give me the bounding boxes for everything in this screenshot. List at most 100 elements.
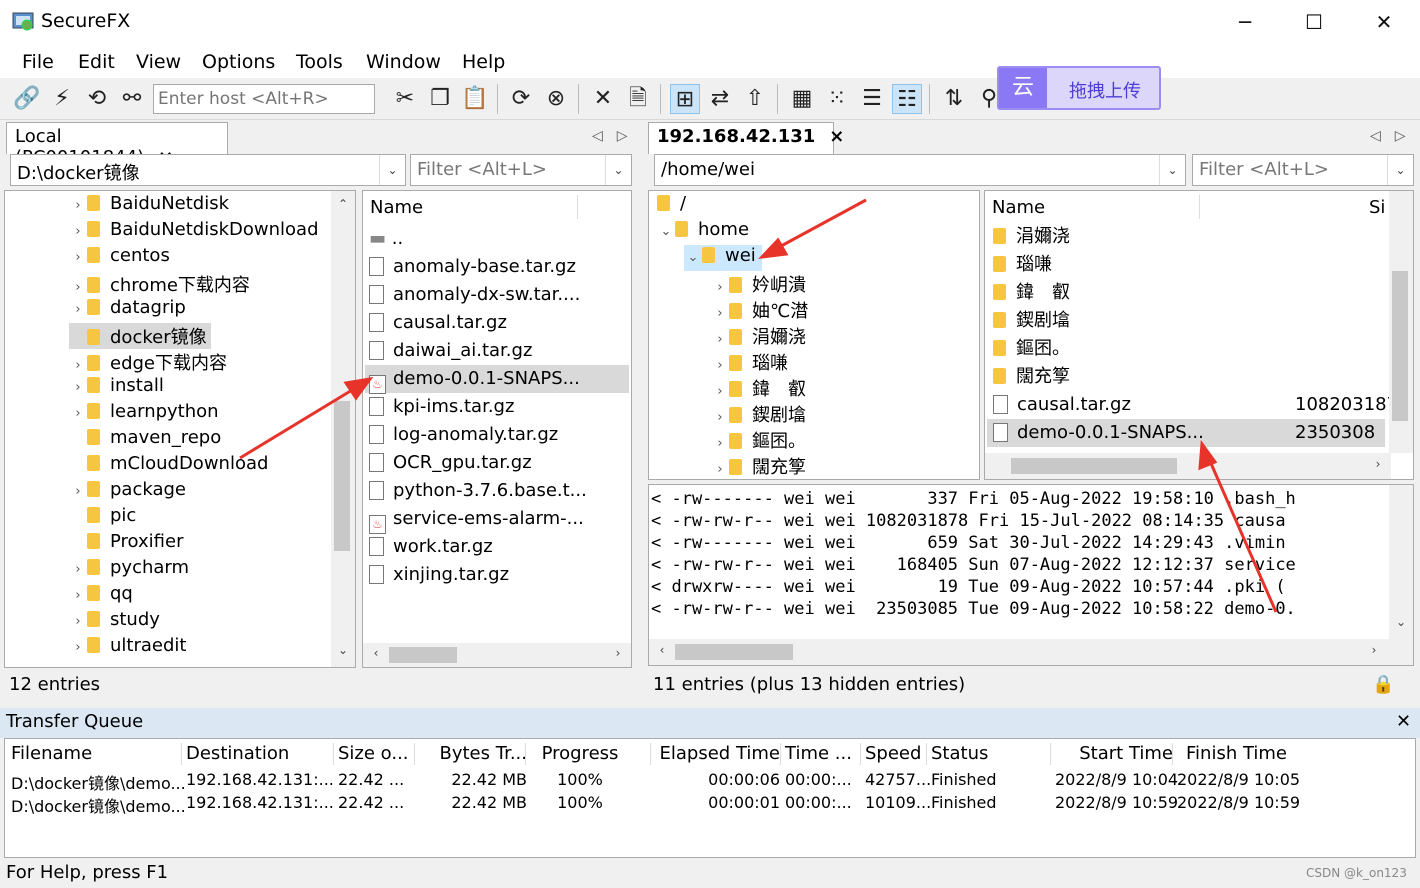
tree-item[interactable]: › qq [69,583,137,609]
file-row[interactable]: ♨ service-ems-alarm-... [365,505,629,534]
tree-item[interactable]: › 闊充箰 [711,453,812,479]
chevron-down-icon[interactable]: ⌄ [334,643,352,657]
tq-column-header[interactable]: Size o... [338,743,416,764]
chevron-right-icon[interactable]: › [711,306,729,321]
tree-item[interactable]: › learnpython [69,401,223,427]
tree-view-icon[interactable]: ⊞ [670,84,700,114]
file-row[interactable]: log-anomaly.tar.gz [365,421,629,449]
chevron-right-icon[interactable]: › [609,646,627,660]
chevron-down-icon[interactable]: ⌄ [605,155,631,185]
tree-item[interactable]: › 妗岄潰 [711,271,812,297]
chevron-right-icon[interactable]: › [69,588,87,603]
remote-log-window[interactable]: < -rw------- wei wei 337 Fri 05-Aug-2022… [648,484,1414,666]
tree-item[interactable]: › 涓嬭浇 [711,323,812,349]
chevron-right-icon[interactable]: › [711,384,729,399]
close-button[interactable]: ✕ [1361,6,1407,38]
remote-filter-input[interactable]: Filter <Alt+L> ⌄ [1192,154,1414,186]
paste-icon[interactable]: 📋 [460,84,490,114]
chevron-up-icon[interactable]: ⌃ [334,197,352,211]
connect-icon[interactable]: 🔗 [12,84,42,114]
horizontal-scrollbar[interactable]: ‹ › [363,643,631,667]
file-row[interactable]: 闊充箰 [987,363,1385,391]
tree-item[interactable]: › 鍥剧墖 [711,401,812,427]
tree-item[interactable]: › package [69,479,190,505]
tree-item[interactable]: docker镜像 [69,323,211,349]
large-icons-icon[interactable]: ▦ [787,84,817,114]
remote-folder-tree[interactable]: / ⌄ home ⌄ wei › 妗岄潰 › 妯℃澘 › 涓嬭浇 › 瑙嗛 › 鍏 叡 › 鍥剧墖 › 鏂囨。 › 闊充… [648,190,980,480]
tree-item[interactable]: › 瑙嗛 [711,349,794,375]
up-folder-icon[interactable]: ⇧ [740,84,770,114]
details-view-icon[interactable]: ☷ [892,84,922,114]
tree-item[interactable]: › ultraedit [69,635,190,661]
chevron-right-icon[interactable]: › [69,562,87,577]
tab-close-icon[interactable]: × [829,126,844,147]
tree-item[interactable]: / [657,193,692,219]
chevron-right-icon[interactable]: › [69,250,87,265]
tq-column-header[interactable]: Filename [11,743,181,764]
file-row[interactable]: 鍏 叡 [987,279,1385,307]
file-row[interactable]: daiwai_ai.tar.gz [365,337,629,365]
column-header-name[interactable]: Name [370,197,423,218]
tab-local[interactable]: Local (PC00101844)× [6,122,228,168]
tab-scroll-arrows[interactable]: ◁▷ [1370,128,1420,144]
tree-item[interactable]: › 妯℃澘 [711,297,814,323]
tq-column-header[interactable]: Speed [865,743,929,764]
file-row[interactable]: OCR_gpu.tar.gz [365,449,629,477]
chevron-right-icon[interactable]: › [69,198,87,213]
chevron-right-icon[interactable]: › [69,484,87,499]
chevron-right-icon[interactable]: › [69,358,87,373]
column-header-name[interactable]: Name [992,197,1045,218]
remote-path-combo[interactable]: /home/wei ⌄ [654,154,1186,186]
chevron-right-icon[interactable]: › [711,410,729,425]
cut-icon[interactable]: ✂ [390,84,420,114]
properties-icon[interactable]: 🗎 [623,84,653,114]
horizontal-scrollbar[interactable]: ‹ › [649,639,1413,665]
tab-remote[interactable]: 192.168.42.131 × [648,122,844,154]
chevron-right-icon[interactable]: › [69,280,87,295]
menu-help[interactable]: Help [462,51,505,73]
chevron-left-icon[interactable]: ‹ [653,643,671,657]
stop-icon[interactable]: ⊗ [541,84,571,114]
file-row[interactable]: 涓嬭浇 [987,223,1385,251]
file-row[interactable]: work.tar.gz [365,533,629,561]
chevron-right-icon[interactable]: › [69,224,87,239]
tree-item[interactable]: mCloudDownload [69,453,272,479]
file-row[interactable]: ▬ .. [365,225,629,253]
tq-column-header[interactable]: Finish Time [1177,743,1287,764]
tree-item[interactable]: › 鍏 叡 [711,375,812,401]
tree-item[interactable]: › 鏂囨。 [711,427,812,453]
file-row[interactable]: anomaly-dx-sw.tar.... [365,281,629,309]
column-header-size[interactable]: Si [1369,197,1385,218]
chevron-down-icon[interactable]: ⌄ [1392,615,1410,629]
file-row[interactable]: 鏂囨。 [987,335,1385,363]
local-path-combo[interactable]: D:\docker镜像 ⌄ [10,154,406,186]
chevron-right-icon[interactable]: › [711,280,729,295]
chevron-right-icon[interactable]: › [711,436,729,451]
chevron-right-icon[interactable]: › [69,380,87,395]
file-row[interactable]: xinjing.tar.gz [365,561,629,589]
minimize-button[interactable]: ─ [1222,6,1268,38]
tq-column-header[interactable]: Start Time [1055,743,1173,764]
chevron-down-icon[interactable]: ⌄ [684,250,702,265]
vertical-scrollbar[interactable]: ⌄ [1389,485,1413,639]
copy-icon[interactable]: ❐ [425,84,455,114]
file-row[interactable]: kpi-ims.tar.gz [365,393,629,421]
small-icons-icon[interactable]: ⁙ [822,84,852,114]
file-row[interactable]: causal.tar.gz 108203187 [987,391,1398,419]
scrollbar-thumb[interactable] [675,644,793,660]
chevron-down-icon[interactable]: ⌄ [657,224,675,239]
vertical-scrollbar[interactable]: ⌃ ⌄ [331,191,355,667]
chevron-right-icon[interactable]: › [1369,457,1387,471]
chevron-right-icon[interactable]: › [69,406,87,421]
file-row[interactable]: python-3.7.6.base.t... [365,477,629,505]
tq-column-header[interactable]: Time ... [785,743,861,764]
menu-tools[interactable]: Tools [296,51,343,73]
tree-item[interactable]: › BaiduNetdiskDownload [69,219,323,245]
tree-item[interactable]: › centos [69,245,174,271]
file-row[interactable]: 鍥剧墖 [987,307,1385,335]
tq-column-header[interactable]: Destination [186,743,334,764]
tq-column-header[interactable]: Bytes Tr... [419,743,528,764]
scrollbar-thumb[interactable] [389,647,457,663]
tq-column-header[interactable]: Elapsed Time [655,743,780,764]
tree-item[interactable]: › datagrip [69,297,190,323]
